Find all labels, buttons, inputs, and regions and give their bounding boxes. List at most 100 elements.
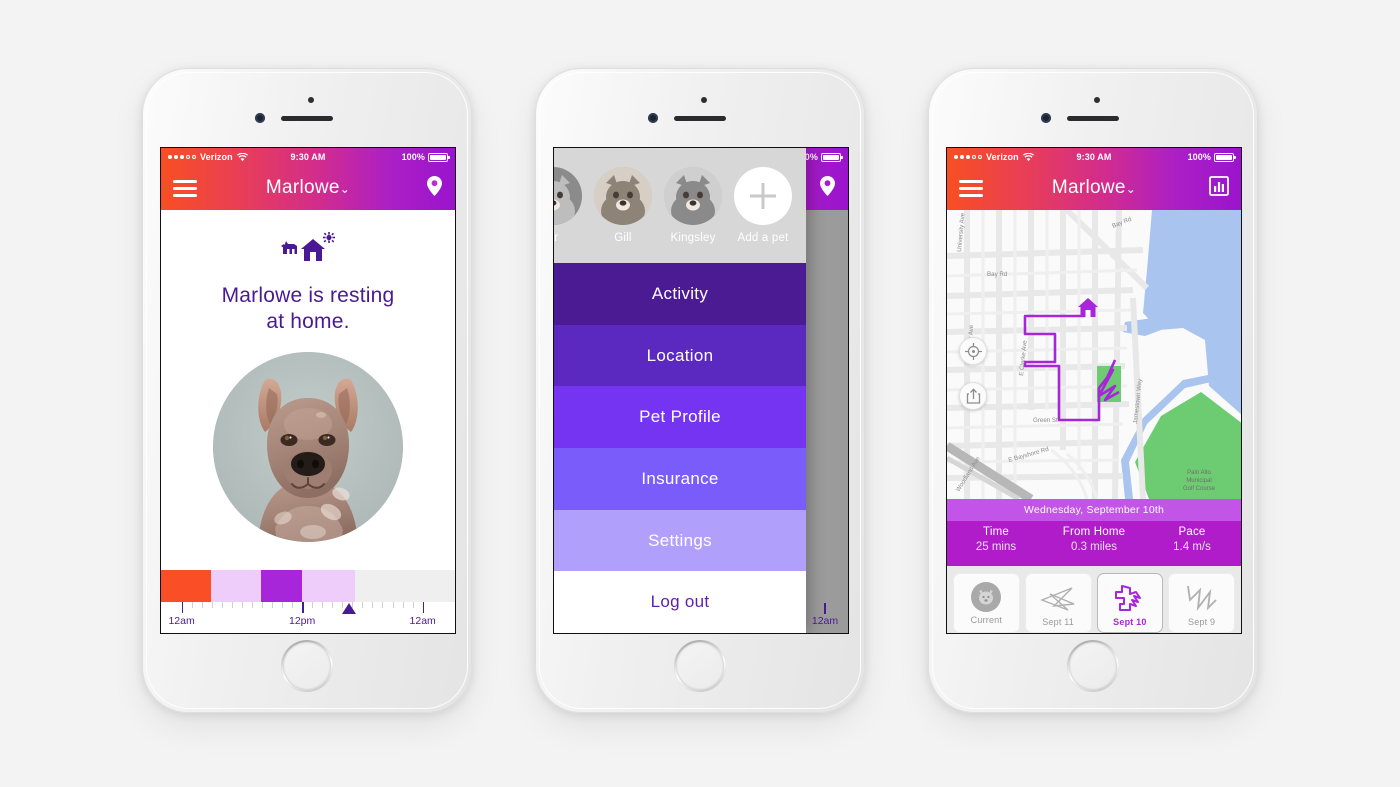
menu-item-activity[interactable]: Activity [554,263,806,325]
earpiece-speaker [281,116,333,121]
menu-item-settings[interactable]: Settings [554,509,806,572]
nav-bar-3: Marlowe⌄ [947,166,1241,210]
navigation-drawer: er Gill Kingsley Add a pet ActivityLocation… [554,148,806,633]
proximity-sensor-icon [1094,97,1100,103]
menu-item-location[interactable]: Location [554,324,806,387]
pet-selector-item[interactable]: Gill [592,167,654,244]
day-tab-label: Current [970,614,1003,625]
status-bar-3: Verizon 9:30 AM 100% [947,148,1241,166]
battery-percent-label: 100% [401,152,425,162]
timeline-tick [322,602,324,608]
home-button[interactable] [674,640,726,692]
home-button[interactable] [281,640,333,692]
status-bar-right: 100% [1187,152,1236,162]
home-button[interactable] [1067,640,1119,692]
screenshot-stage: Verizon 9:30 AM 100% Marlowe⌄ Marlowe is… [0,0,1400,787]
battery-icon [821,152,843,162]
day-tab-sept-11[interactable]: Sept 11 [1024,573,1092,633]
front-camera-icon [648,113,658,123]
day-tab-sept-9[interactable]: Sept 9 [1168,573,1235,633]
stat-value: 1.4 m/s [1173,541,1211,553]
stat-label: Time [983,526,1009,538]
status-bar-1: Verizon 9:30 AM 100% [161,148,455,166]
timeline-tick [292,602,294,608]
timeline-ticks [161,602,455,615]
timeline-axis-labels: 12am 12pm 12am [161,615,455,629]
locate-crosshair-icon[interactable] [959,337,987,365]
chevron-down-icon: ⌄ [339,182,351,196]
pet-name-label: Kingsley [670,232,716,244]
pet-selector-row[interactable]: er Gill Kingsley Add a pet [554,148,806,263]
pet-avatar-cut[interactable] [554,167,582,225]
timeline-segment-active[interactable] [161,570,211,602]
front-camera-icon [255,113,265,123]
share-icon[interactable] [959,382,987,410]
timeline-tick-major [302,602,304,613]
chevron-down-icon: ⌄ [1125,182,1137,196]
pet-face-icon [971,581,1002,612]
pet-selector-item[interactable]: er [554,167,584,244]
timeline-tick [231,602,233,608]
pet-avatar-gill[interactable] [594,167,652,225]
menu-item-pet-profile[interactable]: Pet Profile [554,386,806,449]
timeline-tick [382,602,384,608]
day-tab-sept-10[interactable]: Sept 10 [1096,573,1164,633]
status-bar-right: 100% [401,152,450,162]
hamburger-icon[interactable] [173,176,197,201]
timeline-segment-away[interactable] [302,570,355,602]
location-pin-icon[interactable] [819,175,836,202]
day-tab-label: Sept 10 [1113,616,1147,627]
pet-name-label: Marlowe [265,177,340,198]
activity-map[interactable]: University Ave Bay Rd Bay Rd Cooley Ave … [947,210,1241,499]
add-pet-icon[interactable] [734,167,792,225]
battery-percent-label: 100% [1187,152,1211,162]
day-tab-label: Sept 11 [1042,616,1074,627]
phone-1-screen: Verizon 9:30 AM 100% Marlowe⌄ Marlowe is… [160,147,456,634]
pet-photo-avatar [213,352,403,543]
earpiece-speaker [674,116,726,121]
timeline-tick-major [422,602,425,613]
timeline-tick [261,602,263,608]
pet-selector-item[interactable]: Add a pet [732,167,794,244]
hamburger-icon[interactable] [959,176,983,201]
timeline-segment-empty[interactable] [355,570,455,602]
park-label: Municipal [1186,478,1211,484]
pet-name-label: Add a pet [737,232,789,244]
bar-chart-icon[interactable] [1209,175,1229,201]
route-thumb-sept9 [1186,585,1217,611]
timeline-tick-major [181,602,184,613]
pet-name-label: Gill [614,232,632,244]
timeline-segment-walk[interactable] [260,570,303,602]
pet-status-message: Marlowe is resting at home. [222,283,395,334]
drawer-menu[interactable]: Activity Location Pet Profile Insurance Sett… [554,263,806,633]
park-label: Golf Course [1183,486,1216,492]
pet-avatar-kingsley[interactable] [664,167,722,225]
timeline-segments[interactable] [161,570,455,602]
day-tab-current[interactable]: Current [953,573,1020,633]
pet-name-label: Marlowe [1051,177,1126,198]
dog-house-sun-icon [279,232,337,271]
proximity-sensor-icon [308,97,314,103]
timeline-tick [402,602,404,608]
stat-value: 25 mins [975,541,1017,553]
day-tab-bar[interactable]: Current Sept 11 Sept 10 Sept 9 [947,566,1241,633]
timeline-tick [241,602,243,608]
timeline-tick [211,602,213,608]
pet-selector-item[interactable]: Kingsley [662,167,724,244]
menu-item-insurance[interactable]: Insurance [554,448,806,510]
timeline-tick [392,602,394,608]
activity-timeline[interactable]: 12am 12pm 12am [161,570,455,633]
location-pin-icon[interactable] [426,175,443,202]
route-thumb-sept10 [1114,584,1141,611]
status-line-1: Marlowe is resting [221,284,395,307]
timeline-segment-away[interactable] [210,570,261,602]
timeline-current-marker[interactable] [342,603,357,614]
proximity-sensor-icon [701,97,707,103]
phone-device-2: Verizon 9:30 AM 100% [535,68,865,713]
phone-3-screen: Verizon 9:30 AM 100% Marlowe⌄ University… [946,147,1242,634]
nav-bar-1: Marlowe⌄ [161,166,455,210]
timeline-tick [312,602,314,608]
menu-item-log-out[interactable]: Log out [554,571,806,633]
battery-icon [428,152,450,162]
timeline-tick [362,602,364,608]
